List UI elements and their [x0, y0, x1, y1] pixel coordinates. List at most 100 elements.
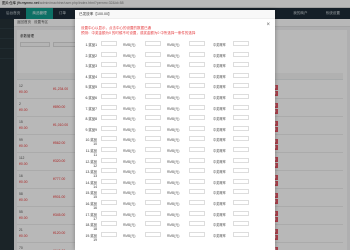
probability-label: 中奖概率: [213, 138, 226, 143]
probability-input[interactable]: [233, 51, 249, 57]
probability-input[interactable]: [233, 200, 249, 205]
prize-row: 2.奖品2 RMB(元) RMB(元) 中奖概率: [83, 51, 269, 59]
notice-line-2: 预测：中奖金额为0 的时候不可设置，或奖金额为0 中所选择一条件的选择: [81, 31, 196, 35]
prize-row: 9.奖品9 RMB(元) RMB(元) 中奖概率: [83, 125, 269, 133]
max-amount-unit-label: RMB(元): [167, 159, 180, 164]
probability-input[interactable]: [233, 147, 249, 152]
amount-input[interactable]: [145, 157, 161, 163]
max-amount-input[interactable]: [189, 200, 205, 205]
prize-name-input[interactable]: [101, 125, 117, 131]
max-amount-input[interactable]: [189, 168, 205, 174]
probability-input[interactable]: [233, 221, 249, 227]
amount-input[interactable]: [145, 231, 161, 237]
max-amount-input[interactable]: [189, 83, 205, 89]
max-amount-unit-label: RMB(元): [167, 106, 180, 111]
max-amount-input[interactable]: [189, 178, 205, 184]
max-amount-input[interactable]: [189, 72, 205, 78]
max-amount-input[interactable]: [189, 94, 205, 99]
max-amount-unit-label: RMB(元): [167, 53, 180, 58]
prize-name-input[interactable]: [101, 136, 117, 142]
amount-input[interactable]: [145, 168, 161, 174]
amount-input[interactable]: [145, 147, 161, 152]
prize-row: 14.奖品14 RMB(元) RMB(元) 中奖概率: [83, 178, 269, 189]
max-amount-input[interactable]: [189, 136, 205, 142]
amount-input[interactable]: [145, 125, 161, 131]
amount-input[interactable]: [145, 200, 161, 205]
prize-name-input[interactable]: [101, 157, 117, 163]
prize-name-input[interactable]: [101, 115, 117, 121]
amount-input[interactable]: [145, 189, 161, 195]
probability-label: 中奖概率: [213, 64, 226, 69]
probability-input[interactable]: [233, 136, 249, 142]
prize-name-input[interactable]: [101, 200, 117, 205]
prize-name-input[interactable]: [101, 178, 117, 184]
amount-input[interactable]: [145, 62, 161, 68]
probability-label: 中奖概率: [213, 202, 226, 206]
max-amount-input[interactable]: [189, 221, 205, 227]
prize-name-input[interactable]: [101, 147, 117, 152]
probability-input[interactable]: [233, 41, 249, 46]
max-amount-input[interactable]: [189, 210, 205, 216]
modal-header: 已发放率【100.00】: [75, 10, 275, 19]
max-amount-input[interactable]: [189, 157, 205, 163]
prize-name-input[interactable]: [101, 231, 117, 237]
prize-name-input[interactable]: [101, 72, 117, 78]
prize-name-input[interactable]: [101, 94, 117, 99]
probability-input[interactable]: [233, 104, 249, 110]
amount-input[interactable]: [145, 178, 161, 184]
max-amount-unit-label: RMB(元): [167, 74, 180, 79]
probability-label: 中奖概率: [213, 127, 226, 132]
max-amount-input[interactable]: [189, 231, 205, 237]
prize-name-input[interactable]: [101, 221, 117, 227]
amount-input[interactable]: [145, 41, 161, 46]
amount-unit-label: RMB(元): [123, 180, 136, 185]
prize-name-input[interactable]: [101, 83, 117, 89]
close-icon[interactable]: ×: [266, 22, 270, 28]
probability-input[interactable]: [233, 178, 249, 184]
probability-input[interactable]: [233, 72, 249, 78]
probability-label: 中奖概率: [213, 117, 226, 122]
max-amount-unit-label: RMB(元): [167, 127, 180, 132]
prize-name-input[interactable]: [101, 168, 117, 174]
max-amount-input[interactable]: [189, 62, 205, 68]
prize-row: 11.奖品11 RMB(元) RMB(元) 中奖概率: [83, 146, 269, 157]
probability-input[interactable]: [233, 189, 249, 195]
amount-input[interactable]: [145, 115, 161, 121]
amount-input[interactable]: [145, 94, 161, 99]
max-amount-input[interactable]: [189, 115, 205, 121]
probability-input[interactable]: [233, 94, 249, 99]
probability-input[interactable]: [233, 115, 249, 121]
prize-row: 12.奖品12 RMB(元) RMB(元) 中奖概率: [83, 157, 269, 168]
probability-label: 中奖概率: [213, 149, 226, 153]
probability-input[interactable]: [233, 210, 249, 216]
amount-input[interactable]: [145, 221, 161, 227]
max-amount-input[interactable]: [189, 147, 205, 152]
prize-name-input[interactable]: [101, 210, 117, 216]
prize-name-input[interactable]: [101, 62, 117, 68]
prize-row: 6.奖品6 RMB(元) RMB(元) 中奖概率: [83, 93, 269, 101]
amount-input[interactable]: [145, 72, 161, 78]
probability-input[interactable]: [233, 125, 249, 131]
max-amount-input[interactable]: [189, 104, 205, 110]
probability-input[interactable]: [233, 62, 249, 68]
probability-input[interactable]: [233, 157, 249, 163]
prize-name-input[interactable]: [101, 41, 117, 46]
prize-label: 2.奖品2: [85, 53, 98, 58]
prize-row: 3.奖品3 RMB(元) RMB(元) 中奖概率: [83, 61, 269, 69]
probability-input[interactable]: [233, 83, 249, 89]
prize-name-input[interactable]: [101, 51, 117, 57]
amount-input[interactable]: [145, 210, 161, 216]
amount-input[interactable]: [145, 104, 161, 110]
max-amount-input[interactable]: [189, 189, 205, 195]
probability-input[interactable]: [233, 168, 249, 174]
max-amount-input[interactable]: [189, 125, 205, 131]
probability-input[interactable]: [233, 231, 249, 237]
max-amount-input[interactable]: [189, 41, 205, 46]
amount-input[interactable]: [145, 83, 161, 89]
prize-name-input[interactable]: [101, 104, 117, 110]
max-amount-input[interactable]: [189, 51, 205, 57]
prize-row: 17.奖品17 RMB(元) RMB(元) 中奖概率: [83, 210, 269, 221]
prize-name-input[interactable]: [101, 189, 117, 195]
amount-input[interactable]: [145, 51, 161, 57]
amount-input[interactable]: [145, 136, 161, 142]
